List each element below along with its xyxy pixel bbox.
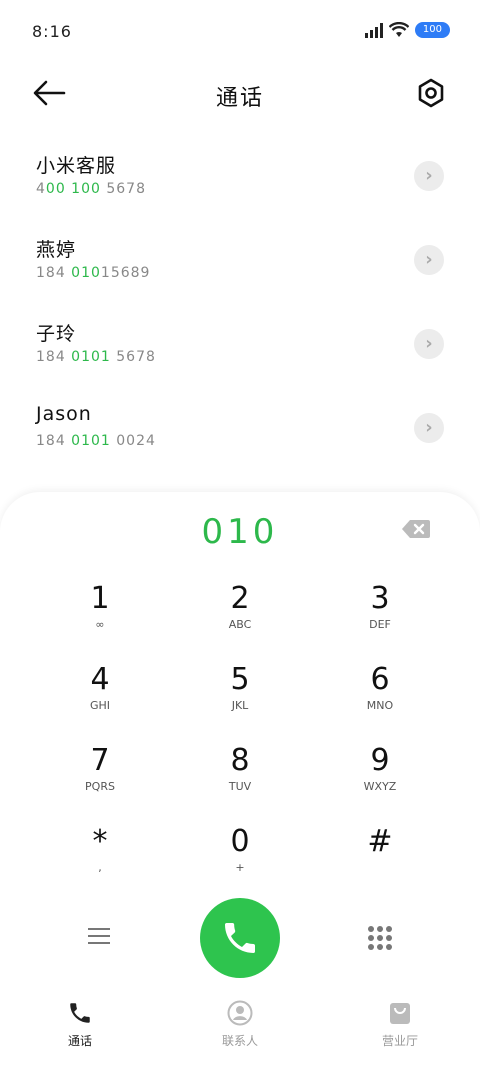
key-2[interactable]: 2 ABC — [170, 582, 310, 663]
contact-name: 小米客服 — [36, 155, 117, 177]
person-icon — [227, 1000, 253, 1026]
call-button[interactable] — [200, 898, 280, 978]
tab-label: 通话 — [67, 1034, 92, 1048]
header: 通话 — [0, 70, 480, 120]
key-8[interactable]: 8 TUV — [170, 744, 310, 825]
status-time: 8:16 — [32, 22, 72, 41]
status-bar: 8:16 100 — [0, 0, 480, 64]
key-1[interactable]: 1 ∞ — [30, 582, 170, 663]
chevron-right-icon: › — [425, 333, 433, 354]
contact-number: 184 0101 0024 — [36, 433, 156, 449]
contact-number: 400 100 5678 — [36, 181, 147, 197]
contact-detail-button[interactable]: › — [414, 245, 444, 275]
contact-number: 184 0101 5678 — [36, 349, 156, 365]
key-9[interactable]: 9 WXYZ — [310, 744, 450, 825]
key-7[interactable]: 7 PQRS — [30, 744, 170, 825]
menu-icon[interactable] — [88, 928, 110, 946]
status-icons: 100 — [364, 22, 450, 38]
contact-name: 燕婷 — [36, 239, 77, 261]
contact-detail-button[interactable]: › — [414, 161, 444, 191]
chevron-right-icon: › — [425, 417, 433, 438]
contact-detail-button[interactable]: › — [414, 413, 444, 443]
page-title: 通话 — [215, 86, 264, 111]
key-hash[interactable]: # — [310, 825, 450, 906]
signal-icon — [364, 22, 383, 38]
contact-item[interactable]: 小米客服 400 100 5678 › — [0, 133, 480, 217]
battery-icon: 100 — [414, 22, 450, 38]
contact-number: 184 01015689 — [36, 265, 151, 281]
tab-contacts[interactable]: 联系人 — [160, 1000, 320, 1060]
keypad: 1 ∞ 2 ABC 3 DEF 4 GHI 5 JKL 6 MNO 7 PQRS 8 TUV 9… — [30, 582, 450, 906]
contact-name: 子玲 — [36, 323, 77, 345]
voicemail-icon: ∞ — [95, 618, 105, 631]
chevron-right-icon: › — [425, 249, 433, 270]
shopping-bag-icon — [390, 1003, 410, 1024]
contact-name: Jason — [36, 403, 92, 425]
key-0[interactable]: 0 + — [170, 825, 310, 906]
key-6[interactable]: 6 MNO — [310, 663, 450, 744]
contact-item[interactable]: 子玲 184 0101 5678 › — [0, 301, 480, 385]
tab-service-hall[interactable]: 营业厅 — [320, 1000, 480, 1060]
contact-detail-button[interactable]: › — [414, 329, 444, 359]
key-4[interactable]: 4 GHI — [30, 663, 170, 744]
contact-item[interactable]: 燕婷 184 01015689 › — [0, 217, 480, 301]
key-star[interactable]: *, — [30, 825, 170, 906]
dialpad-toggle-icon[interactable] — [368, 926, 392, 950]
contact-item[interactable]: Jason 184 0101 0024 › — [0, 385, 480, 469]
recent-contacts-list: 小米客服 400 100 5678 › 燕婷 184 01015689 › 子玲… — [0, 133, 480, 469]
gear-icon[interactable] — [416, 78, 446, 108]
tab-label: 联系人 — [221, 1034, 258, 1048]
phone-icon — [225, 923, 255, 953]
dialer-panel: 010 1 ∞ 2 ABC 3 DEF 4 GHI 5 JKL 6 MNO 7 PQRS 8T… — [0, 492, 480, 1067]
backspace-icon[interactable] — [402, 519, 430, 539]
key-3[interactable]: 3 DEF — [310, 582, 450, 663]
wifi-icon — [388, 22, 409, 37]
phone-icon — [70, 1003, 90, 1023]
dialer-actions — [0, 898, 480, 980]
chevron-right-icon: › — [425, 165, 433, 186]
key-5[interactable]: 5 JKL — [170, 663, 310, 744]
bottom-tab-bar: 通话 联系人 营业厅 — [0, 1000, 480, 1060]
tab-calls[interactable]: 通话 — [0, 1000, 160, 1060]
tab-label: 营业厅 — [381, 1034, 418, 1048]
